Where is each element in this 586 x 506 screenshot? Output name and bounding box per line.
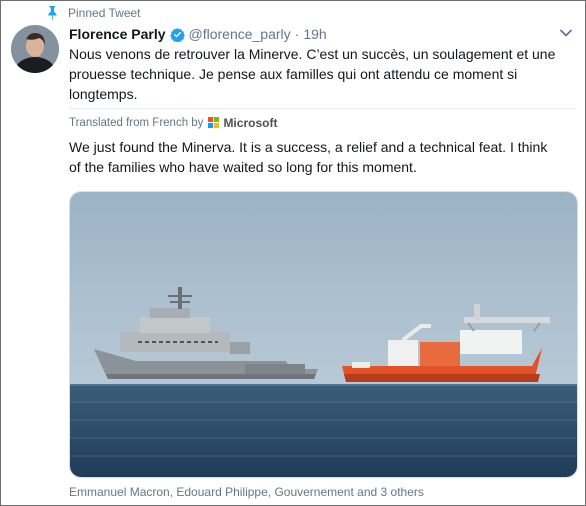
tweet-card: Pinned Tweet Florence Parly @florence_pa… xyxy=(0,0,586,506)
separator-dot: · xyxy=(294,26,300,42)
author-handle[interactable]: @florence_parly xyxy=(189,26,291,42)
verified-badge-icon xyxy=(169,27,185,42)
tweet-original-text: Nous venons de retrouver la Minerve. C’e… xyxy=(69,46,556,102)
translation-attribution: Translated from French by Microsoft xyxy=(69,116,277,130)
pinned-indicator xyxy=(46,5,58,21)
tweet-translated-text: We just found the Minerva. It is a succe… xyxy=(69,139,548,175)
tweet-timestamp[interactable]: 19h xyxy=(303,26,326,42)
microsoft-logo-icon xyxy=(208,117,220,129)
ships-photo xyxy=(70,192,577,477)
avatar[interactable] xyxy=(11,25,59,73)
pinned-label: Pinned Tweet xyxy=(68,6,141,20)
translation-label: Translated from French by xyxy=(69,117,204,129)
author-name[interactable]: Florence Parly xyxy=(69,26,166,42)
chevron-down-icon[interactable] xyxy=(558,25,574,41)
social-context[interactable]: Emmanuel Macron, Edouard Philippe, Gouve… xyxy=(69,485,424,499)
translator-name: Microsoft xyxy=(223,116,278,130)
pin-icon xyxy=(48,6,57,20)
avatar-image xyxy=(11,25,59,73)
tweet-header: Florence Parly @florence_parly · 19h xyxy=(69,25,327,43)
divider xyxy=(69,108,576,109)
tweet-photo[interactable] xyxy=(69,191,578,478)
